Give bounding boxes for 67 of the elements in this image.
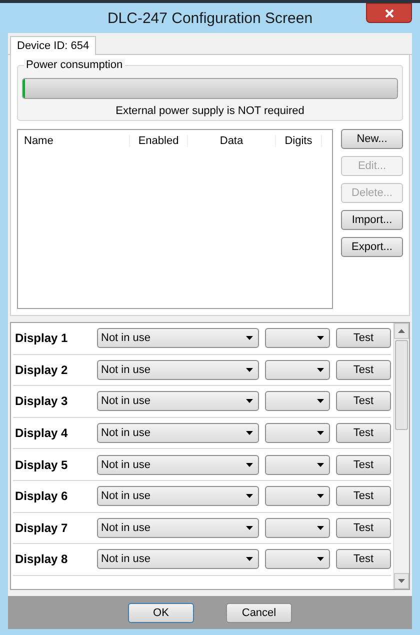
display-label: Display 5 — [15, 458, 69, 472]
display-label: Display 6 — [15, 489, 69, 504]
window-title: DLC-247 Configuration Screen — [107, 10, 313, 26]
column-header[interactable]: Digits — [276, 135, 322, 147]
close-icon — [384, 8, 394, 18]
dialog-button[interactable]: OK — [128, 602, 194, 622]
mode-dropdown[interactable]: Not in use — [97, 518, 259, 538]
test-button[interactable]: Test — [336, 454, 391, 475]
mode-dropdown[interactable]: Not in use — [97, 360, 259, 380]
list-view[interactable]: Name Enabled Data Digits — [17, 129, 333, 309]
display-label: Display 7 — [15, 520, 69, 535]
caret-icon — [246, 336, 253, 340]
value-dropdown[interactable] — [265, 328, 330, 348]
value-dropdown[interactable] — [265, 549, 330, 570]
mode-dropdown[interactable]: Not in use — [97, 549, 259, 570]
caret-icon — [317, 399, 324, 404]
caret-icon — [317, 431, 324, 436]
display-label: Display 8 — [15, 552, 69, 566]
caret-icon — [317, 368, 324, 372]
display-label: Display 1 — [15, 331, 69, 346]
caret-icon — [317, 336, 324, 340]
caret-icon — [246, 368, 253, 372]
test-button[interactable]: Test — [336, 328, 391, 348]
test-button[interactable]: Test — [336, 549, 391, 570]
column-header[interactable]: Name — [18, 135, 130, 147]
caret-icon — [317, 557, 324, 562]
value-dropdown[interactable] — [265, 486, 330, 506]
value-dropdown[interactable] — [265, 518, 330, 538]
test-button[interactable]: Test — [336, 518, 391, 538]
caret-icon — [317, 494, 324, 498]
caret-icon — [246, 494, 253, 498]
caret-icon — [246, 431, 253, 436]
value-dropdown[interactable] — [265, 391, 330, 412]
group-title: Power consumption — [24, 59, 125, 71]
list-button[interactable]: Import... — [341, 210, 403, 230]
caret-icon — [246, 462, 253, 467]
display-label: Display 4 — [15, 426, 69, 440]
display-label: Display 2 — [15, 362, 69, 377]
mode-dropdown[interactable]: Not in use — [97, 486, 259, 506]
test-button[interactable]: Test — [336, 391, 391, 412]
value-dropdown[interactable] — [265, 423, 330, 444]
scroll-down-icon — [398, 579, 405, 583]
caret-icon — [246, 557, 253, 562]
value-dropdown[interactable] — [265, 360, 330, 380]
test-button[interactable]: Test — [336, 360, 391, 380]
caret-icon — [317, 526, 324, 530]
caret-icon — [317, 462, 324, 467]
caret-icon — [246, 399, 253, 404]
status-message: External power supply is NOT required — [114, 105, 306, 117]
mode-dropdown[interactable]: Not in use — [97, 454, 259, 475]
tab[interactable]: Device ID: 654 — [10, 36, 96, 55]
close-button[interactable] — [366, 3, 412, 23]
scrollbar[interactable] — [393, 323, 409, 589]
scroll-up-icon — [398, 329, 405, 333]
test-button[interactable]: Test — [336, 486, 391, 506]
column-header[interactable]: Data — [188, 135, 276, 147]
caret-icon — [246, 526, 253, 530]
list-button[interactable]: Export... — [341, 237, 403, 257]
dialog-button[interactable]: Cancel — [226, 602, 292, 622]
column-header[interactable]: Enabled — [130, 135, 188, 147]
mode-dropdown[interactable]: Not in use — [97, 423, 259, 444]
value-dropdown[interactable] — [265, 454, 330, 475]
display-label: Display 3 — [15, 394, 69, 408]
mode-dropdown[interactable]: Not in use — [97, 328, 259, 348]
list-button[interactable]: New... — [341, 129, 403, 149]
test-button[interactable]: Test — [336, 423, 391, 444]
mode-dropdown[interactable]: Not in use — [97, 391, 259, 412]
